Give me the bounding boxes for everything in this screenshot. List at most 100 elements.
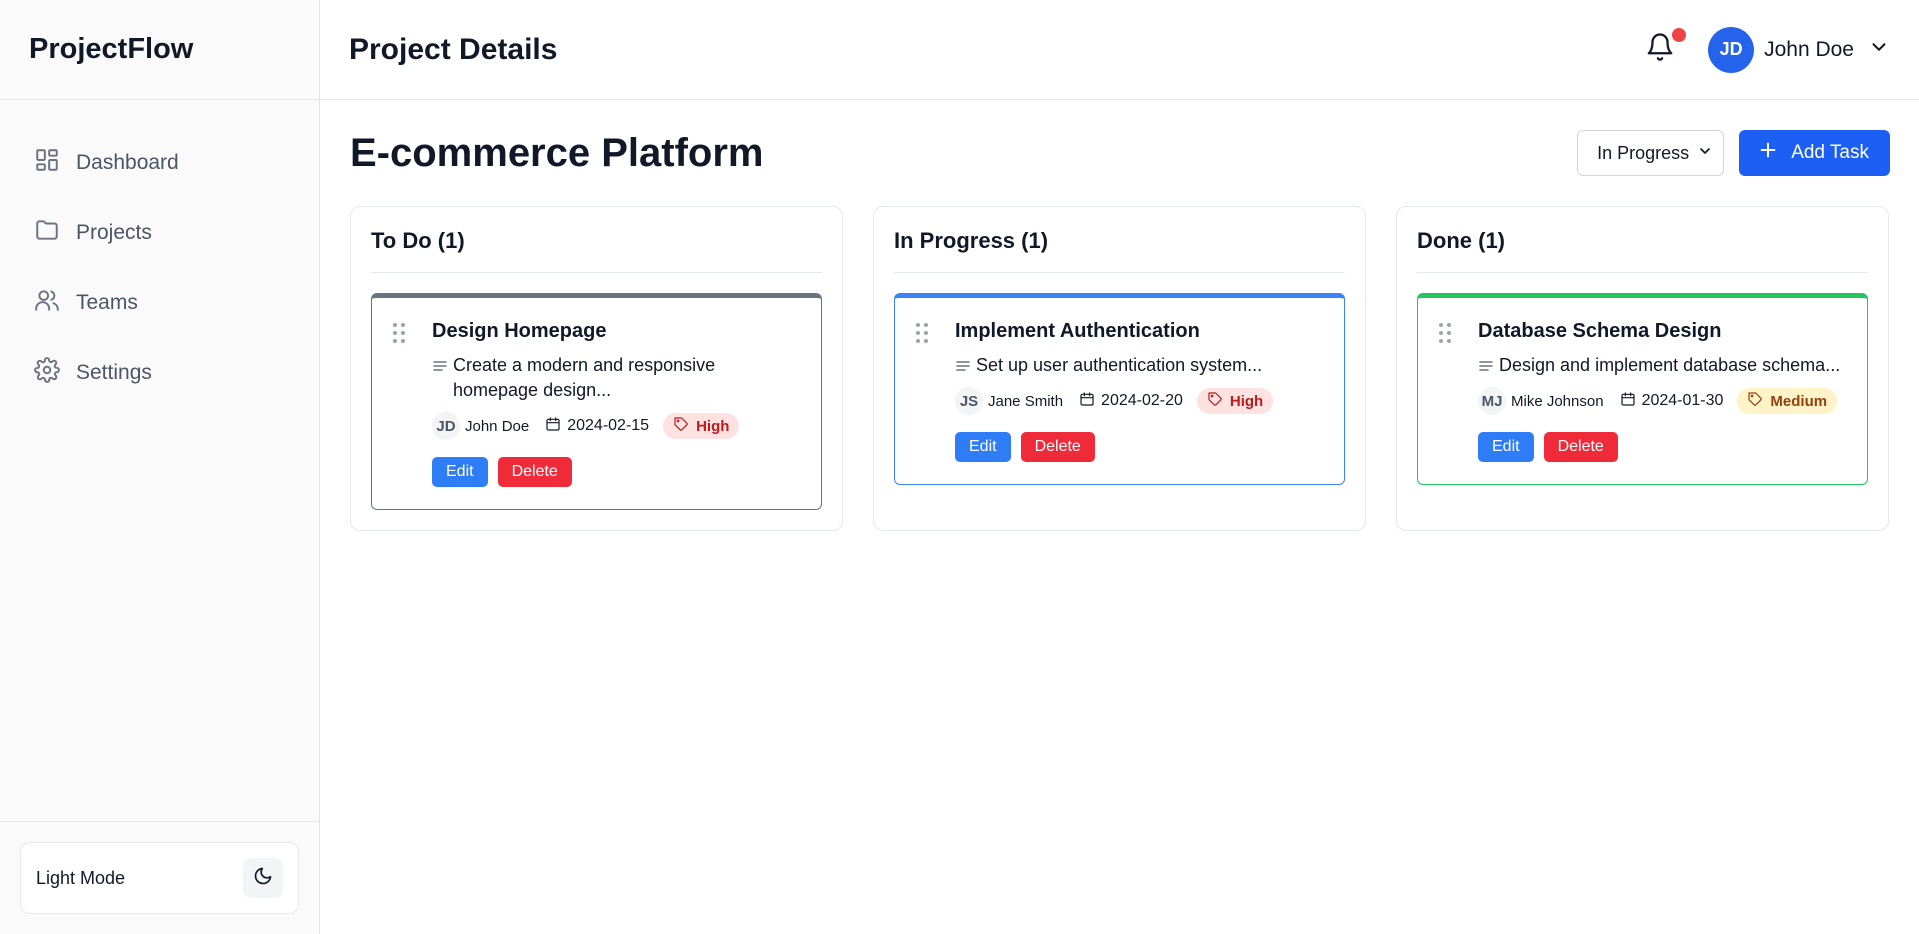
priority-badge: Medium (1737, 388, 1838, 414)
avatar: JD (1708, 26, 1755, 73)
task-actions: Edit Delete (955, 432, 1324, 462)
task-description-text: Set up user authentication system... (976, 355, 1263, 375)
drag-handle-icon[interactable] (1438, 322, 1452, 344)
add-task-label: Add Task (1791, 142, 1869, 163)
theme-mode-card: Light Mode (20, 842, 299, 914)
task-due-date: 2024-01-30 (1620, 391, 1723, 412)
priority-text: High (1229, 392, 1264, 410)
header-actions: JD John Doe (1640, 26, 1890, 73)
task-description: Create a modern and responsive homepage … (432, 353, 801, 403)
sidebar-item-settings[interactable]: Settings (0, 338, 319, 408)
delete-button[interactable]: Delete (1543, 432, 1618, 462)
due-date-text: 2024-02-15 (567, 417, 650, 434)
tag-icon (673, 416, 696, 436)
moon-icon (253, 866, 273, 891)
priority-badge: High (663, 413, 740, 439)
edit-button[interactable]: Edit (1478, 432, 1534, 462)
task-due-date: 2024-02-20 (1079, 391, 1183, 412)
task-description: Set up user authentication system... (955, 353, 1324, 378)
delete-button[interactable]: Delete (1020, 432, 1095, 462)
column-todo: To Do (1) Design Homepage Create a moder… (350, 206, 843, 531)
sidebar-item-dashboard[interactable]: Dashboard (0, 128, 319, 198)
plus-icon (1757, 139, 1791, 167)
task-description: Design and implement database schema... (1478, 353, 1847, 378)
task-assignee: MJ Mike Johnson (1478, 387, 1604, 415)
notification-badge (1672, 27, 1687, 42)
main-content: E-commerce Platform In Progress Add Task… (350, 100, 1890, 531)
column-title: Done (1) (1417, 207, 1868, 273)
folder-icon (34, 217, 76, 249)
project-title: E-commerce Platform (350, 130, 764, 175)
edit-button[interactable]: Edit (432, 457, 488, 487)
project-header: E-commerce Platform In Progress Add Task (350, 100, 1890, 206)
bell-icon (1645, 32, 1675, 67)
sidebar-item-teams[interactable]: Teams (0, 268, 319, 338)
task-meta: JD John Doe 2024-02-15 High (432, 412, 801, 440)
task-meta: JS Jane Smith 2024-02-20 High (955, 387, 1324, 415)
text-align-icon (1478, 353, 1498, 378)
task-description-text: Create a modern and responsive homepage … (453, 355, 716, 400)
chevron-down-icon (1868, 36, 1890, 63)
task-card[interactable]: Design Homepage Create a modern and resp… (371, 293, 822, 510)
column-title: To Do (1) (371, 207, 822, 273)
task-title: Database Schema Design (1478, 320, 1722, 342)
drag-handle-icon[interactable] (392, 322, 406, 344)
gear-icon (34, 357, 76, 389)
sidebar-footer: Light Mode (0, 821, 319, 934)
theme-toggle-button[interactable] (243, 858, 283, 898)
kanban-board: To Do (1) Design Homepage Create a moder… (350, 206, 1890, 531)
top-header: Project Details JD John Doe (320, 0, 1919, 100)
sidebar-item-label: Projects (76, 221, 152, 244)
task-card[interactable]: Implement Authentication Set up user aut… (894, 293, 1345, 485)
calendar-icon (1620, 391, 1642, 412)
drag-handle-icon[interactable] (915, 322, 929, 344)
avatar: MJ (1478, 387, 1506, 415)
sidebar-item-label: Dashboard (76, 151, 179, 174)
avatar: JS (955, 387, 983, 415)
page-title: Project Details (349, 32, 558, 66)
task-card[interactable]: Database Schema Design Design and implem… (1417, 293, 1868, 485)
delete-button[interactable]: Delete (497, 457, 572, 487)
status-select[interactable]: In Progress (1577, 130, 1725, 176)
task-assignee: JD John Doe (432, 412, 529, 440)
project-actions: In Progress Add Task (1577, 130, 1890, 176)
task-meta: MJ Mike Johnson 2024-01-30 Medium (1478, 387, 1847, 415)
column-done: Done (1) Database Schema Design Design a… (1396, 206, 1889, 531)
task-title: Implement Authentication (955, 320, 1200, 342)
priority-text: Medium (1770, 392, 1828, 410)
task-actions: Edit Delete (432, 457, 801, 487)
priority-text: High (696, 417, 730, 435)
assignee-name: John Doe (465, 417, 530, 435)
edit-button[interactable]: Edit (955, 432, 1011, 462)
brand-logo[interactable]: ProjectFlow (0, 0, 319, 100)
task-due-date: 2024-02-15 (545, 416, 649, 437)
add-task-button[interactable]: Add Task (1739, 130, 1890, 176)
notifications-button[interactable] (1640, 27, 1687, 70)
status-select-value: In Progress (1597, 142, 1690, 163)
assignee-name: Mike Johnson (1511, 392, 1604, 410)
sidebar-item-projects[interactable]: Projects (0, 198, 319, 268)
user-name: John Doe (1764, 37, 1854, 61)
theme-mode-label: Light Mode (36, 867, 126, 888)
dashboard-icon (34, 147, 76, 179)
chevron-down-icon (1689, 143, 1713, 164)
due-date-text: 2024-02-20 (1101, 392, 1183, 409)
sidebar: ProjectFlow Dashboard Projects Teams Set… (0, 0, 320, 934)
column-in-progress: In Progress (1) Implement Authentication… (873, 206, 1366, 531)
task-assignee: JS Jane Smith (955, 387, 1063, 415)
sidebar-nav: Dashboard Projects Teams Settings (0, 100, 319, 408)
text-align-icon (955, 353, 975, 378)
calendar-icon (1079, 391, 1101, 412)
task-description-text: Design and implement database schema... (1499, 355, 1841, 375)
user-menu[interactable]: JD John Doe (1708, 26, 1890, 73)
task-title: Design Homepage (432, 320, 607, 342)
sidebar-item-label: Settings (76, 361, 152, 384)
tag-icon (1207, 391, 1230, 411)
column-title: In Progress (1) (894, 207, 1345, 273)
calendar-icon (545, 416, 567, 437)
avatar: JD (432, 412, 460, 440)
assignee-name: Jane Smith (988, 392, 1064, 410)
text-align-icon (432, 353, 452, 378)
sidebar-item-label: Teams (76, 291, 138, 314)
task-actions: Edit Delete (1478, 432, 1847, 462)
